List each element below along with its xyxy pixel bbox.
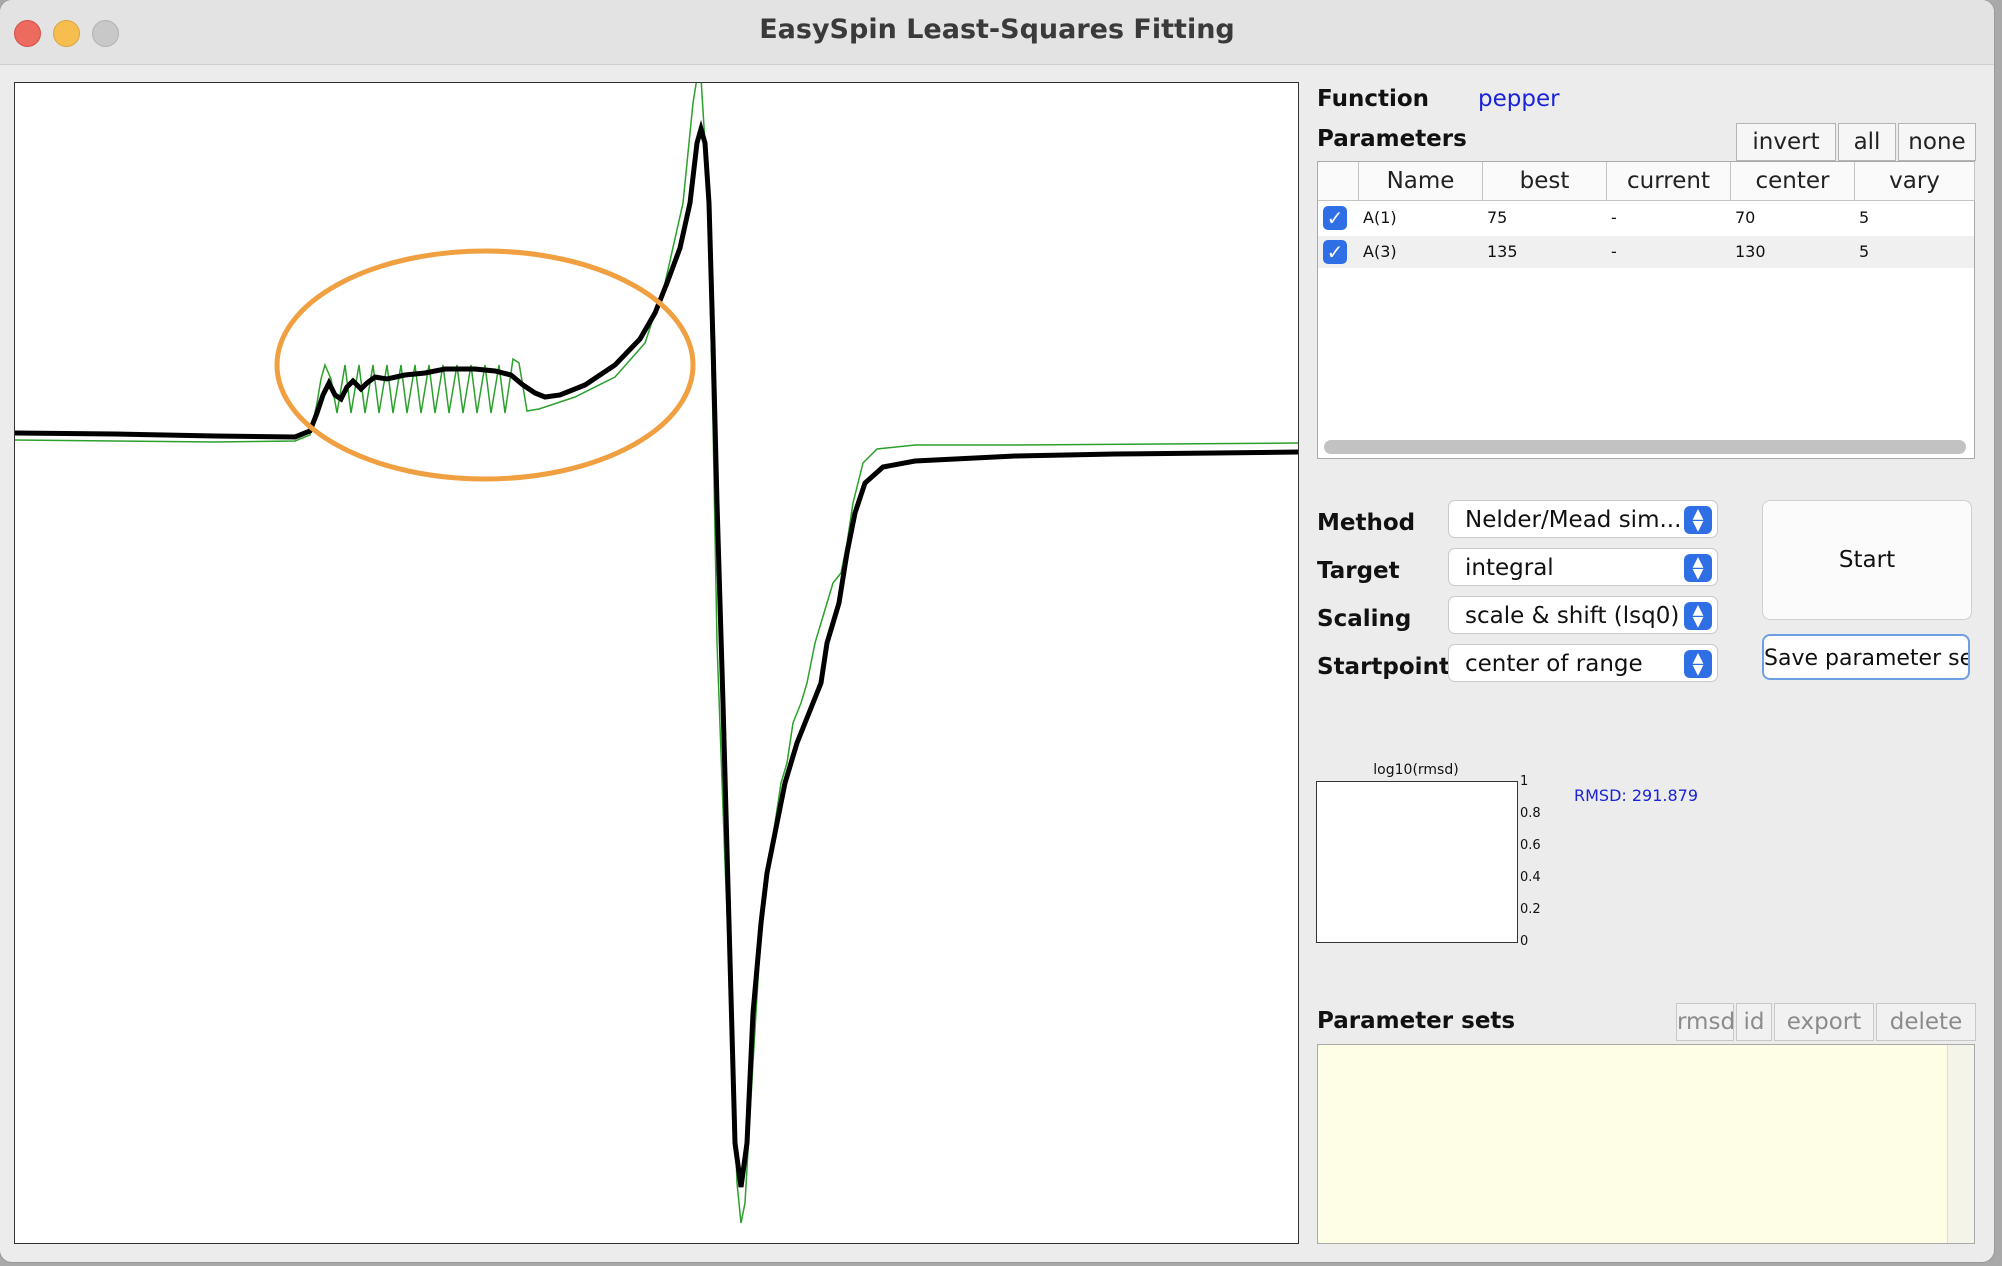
target-label: Target — [1317, 558, 1400, 584]
export-button[interactable]: export — [1774, 1003, 1874, 1041]
parameter-sets-list[interactable] — [1317, 1044, 1975, 1244]
select-all-button[interactable]: all — [1838, 123, 1896, 161]
param-name: A(3) — [1363, 242, 1397, 261]
target-select[interactable]: integral ▲ ▼ — [1448, 548, 1718, 586]
up-down-chevron-icon: ▲ ▼ — [1684, 506, 1712, 534]
startpoint-select[interactable]: center of range ▲ ▼ — [1448, 644, 1718, 682]
rmsd-ytick: 0 — [1520, 934, 1529, 949]
startpoint-select-value: center of range — [1465, 651, 1643, 677]
target-select-value: integral — [1465, 555, 1554, 581]
startpoint-label: Startpoint — [1317, 654, 1450, 680]
simulated-spectrum-line — [15, 83, 1298, 1224]
title-bar: EasySpin Least-Squares Fitting — [0, 0, 1994, 65]
method-select-value: Nelder/Mead sim... — [1465, 507, 1682, 533]
table-header-checkbox — [1318, 162, 1359, 201]
param-current: - — [1611, 208, 1617, 227]
delete-button[interactable]: delete — [1876, 1003, 1976, 1041]
param-name: A(1) — [1363, 208, 1397, 227]
param-current: - — [1611, 242, 1617, 261]
experimental-spectrum-line — [15, 119, 1298, 1188]
checkmark-icon[interactable]: ✓ — [1323, 240, 1347, 264]
checkmark-icon[interactable]: ✓ — [1323, 206, 1347, 230]
rmsd-plot-title: log10(rmsd) — [1373, 762, 1459, 778]
column-header-center[interactable]: center — [1731, 162, 1855, 201]
rmsd-ytick: 0.6 — [1520, 838, 1541, 853]
param-center[interactable]: 130 — [1731, 236, 1855, 268]
param-center[interactable]: 70 — [1731, 202, 1855, 234]
start-button[interactable]: Start — [1762, 500, 1972, 620]
rmsd-ytick: 0.2 — [1520, 902, 1541, 917]
rmsd-ytick: 0.8 — [1520, 806, 1541, 821]
table-row[interactable]: ✓ A(1) 75 - 70 5 — [1318, 202, 1974, 234]
rmsd-value: RMSD: 291.879 — [1574, 786, 1699, 805]
scaling-label: Scaling — [1317, 606, 1412, 632]
parameters-table: Name best current center vary ✓ A(1) 75 … — [1317, 161, 1975, 459]
function-label: Function — [1317, 86, 1430, 112]
parameter-sets-scrollbar[interactable] — [1947, 1045, 1974, 1243]
rmsd-ytick: 0.4 — [1520, 870, 1541, 885]
up-down-chevron-icon: ▲ ▼ — [1684, 554, 1712, 582]
method-label: Method — [1317, 510, 1416, 536]
function-value: pepper — [1478, 86, 1560, 112]
spectrum-plot[interactable] — [14, 82, 1299, 1244]
param-vary[interactable]: 5 — [1855, 236, 1975, 268]
param-best: 75 — [1487, 208, 1508, 227]
method-select[interactable]: Nelder/Mead sim... ▲ ▼ — [1448, 500, 1718, 538]
table-row[interactable]: ✓ A(3) 135 - 130 5 — [1318, 236, 1974, 268]
column-header-best[interactable]: best — [1483, 162, 1607, 201]
column-header-vary[interactable]: vary — [1855, 162, 1975, 201]
save-parameter-set-button[interactable]: Save parameter set — [1762, 634, 1970, 680]
table-horizontal-scrollbar[interactable] — [1324, 440, 1966, 454]
spectrum-svg — [15, 83, 1298, 1224]
rmsd-plot — [1316, 781, 1518, 943]
parameters-label: Parameters — [1317, 126, 1467, 152]
window-title: EasySpin Least-Squares Fitting — [759, 14, 1235, 45]
sort-id-button[interactable]: id — [1736, 1003, 1772, 1041]
rmsd-ytick: 1 — [1520, 774, 1529, 789]
param-best: 135 — [1487, 242, 1518, 261]
up-down-chevron-icon: ▲ ▼ — [1684, 650, 1712, 678]
column-header-name[interactable]: Name — [1359, 162, 1483, 201]
select-none-button[interactable]: none — [1898, 123, 1976, 161]
invert-button[interactable]: invert — [1736, 123, 1836, 161]
sort-rmsd-button[interactable]: rmsd — [1676, 1003, 1735, 1041]
scaling-select-value: scale & shift (lsq0) — [1465, 603, 1680, 629]
column-header-current[interactable]: current — [1607, 162, 1731, 201]
parameter-sets-label: Parameter sets — [1317, 1008, 1516, 1034]
fitting-window: EasySpin Least-Squares Fitting Function … — [0, 0, 1994, 1262]
up-down-chevron-icon: ▲ ▼ — [1684, 602, 1712, 630]
param-vary[interactable]: 5 — [1855, 202, 1975, 234]
scaling-select[interactable]: scale & shift (lsq0) ▲ ▼ — [1448, 596, 1718, 634]
